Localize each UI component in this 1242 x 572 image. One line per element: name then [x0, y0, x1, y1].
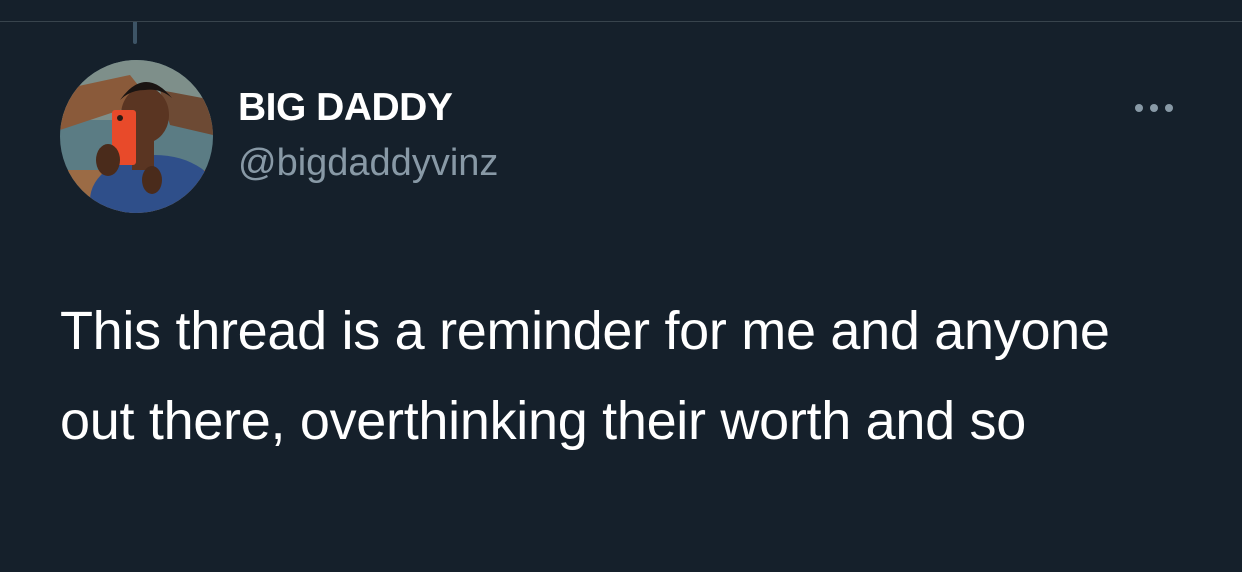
display-name[interactable]: BIG DADDY	[238, 86, 453, 130]
avatar[interactable]	[60, 60, 213, 213]
user-handle[interactable]: @bigdaddyvinz	[238, 142, 498, 185]
top-divider	[0, 21, 1242, 22]
more-options-icon	[1135, 104, 1173, 112]
thread-connector-line	[133, 22, 137, 44]
more-options-button[interactable]	[1126, 94, 1182, 122]
tweet-text: This thread is a reminder for me and any…	[60, 301, 1110, 451]
profile-photo-icon	[60, 60, 213, 213]
